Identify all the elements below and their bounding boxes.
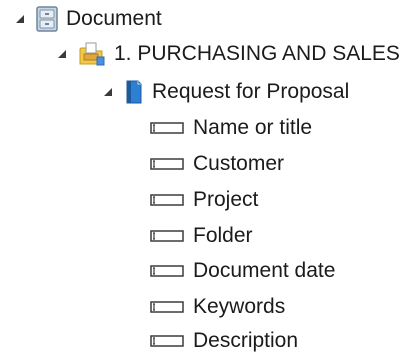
field-icon — [150, 334, 184, 348]
tree-field-item[interactable]: Customer — [150, 147, 284, 181]
tree-field-label: Document date — [193, 259, 336, 282]
expanded-arrow-icon[interactable] — [102, 86, 114, 98]
tree-field-label: Folder — [193, 224, 253, 247]
tree-node-doctype[interactable]: Request for Proposal — [102, 75, 349, 109]
cabinet-icon — [36, 6, 58, 32]
tree-node-label: Request for Proposal — [152, 80, 350, 103]
document-tree: Document 1. PURCHASING AND SALES Request… — [0, 0, 418, 357]
book-icon — [124, 79, 144, 105]
field-icon — [150, 264, 184, 278]
field-icon — [150, 229, 184, 243]
tree-node-category[interactable]: 1. PURCHASING AND SALES — [56, 37, 400, 71]
tree-node-label: 1. PURCHASING AND SALES — [114, 42, 400, 65]
tree-node-document[interactable]: Document — [14, 2, 162, 36]
tree-node-label: Document — [66, 7, 162, 30]
expanded-arrow-icon[interactable] — [56, 48, 68, 60]
tree-field-label: Keywords — [193, 295, 286, 318]
tree-field-item[interactable]: Document date — [150, 254, 335, 288]
field-icon — [150, 193, 184, 207]
tree-field-label: Name or title — [193, 116, 313, 139]
field-icon — [150, 121, 184, 135]
folder-icon — [78, 41, 106, 67]
tree-field-label: Description — [193, 329, 299, 352]
field-icon — [150, 300, 184, 314]
tree-field-label: Project — [193, 188, 259, 211]
tree-field-item[interactable]: Description — [150, 324, 298, 357]
expanded-arrow-icon[interactable] — [14, 13, 26, 25]
tree-field-label: Customer — [193, 152, 285, 175]
tree-field-item[interactable]: Name or title — [150, 111, 312, 145]
tree-field-item[interactable]: Project — [150, 183, 258, 217]
tree-field-item[interactable]: Keywords — [150, 290, 285, 324]
tree-field-item[interactable]: Folder — [150, 219, 253, 253]
field-icon — [150, 157, 184, 171]
